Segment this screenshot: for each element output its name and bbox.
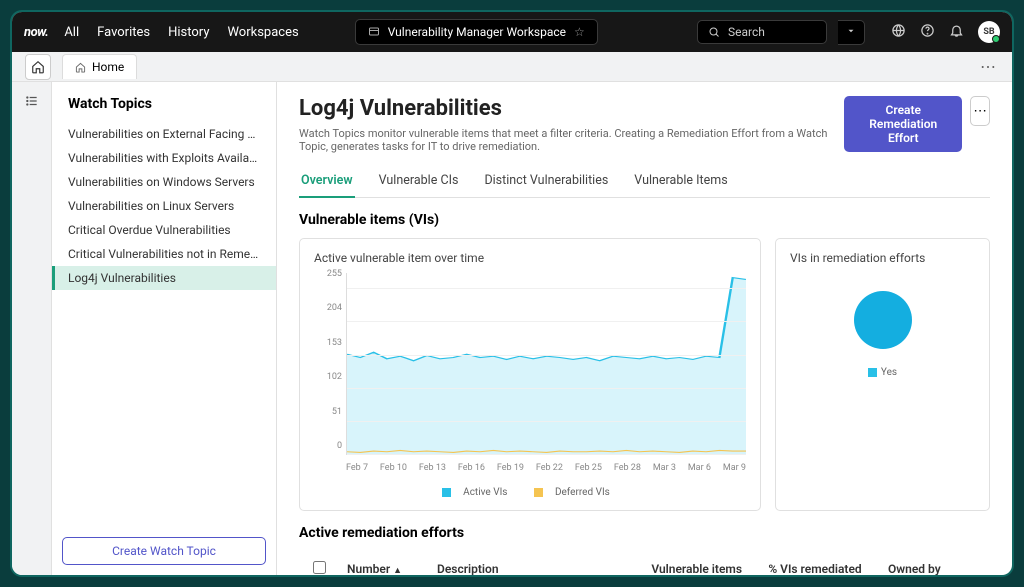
col-pct-remediated[interactable]: % VIs remediated [750,558,880,575]
breadcrumb-bar: Home ⋯ [12,52,1012,82]
tab[interactable]: Vulnerable CIs [377,167,461,197]
col-vulnerable-items[interactable]: Vulnerable items [620,558,750,575]
nav-favorites[interactable]: Favorites [97,25,150,40]
col-owned-by[interactable]: Owned by [880,558,990,575]
search-icon [708,26,720,38]
sidebar-item[interactable]: Vulnerabilities with Exploits Available [52,146,276,170]
col-description[interactable]: Description [429,558,620,575]
search-dropdown[interactable] [838,20,865,45]
sidebar-item[interactable]: Critical Vulnerabilities not in Remediat… [52,242,276,266]
help-icon[interactable] [920,23,935,42]
more-icon[interactable]: ⋯ [980,57,998,76]
donut-title: VIs in remediation efforts [790,251,975,265]
nav-items: All Favorites History Workspaces [64,25,298,40]
sidebar-item[interactable]: Critical Overdue Vulnerabilities [52,218,276,242]
create-watch-topic-button[interactable]: Create Watch Topic [62,537,266,565]
sidebar-item[interactable]: Vulnerabilities on Windows Servers [52,170,276,194]
workspace-icon [368,26,380,38]
globe-icon[interactable] [891,23,906,42]
bell-icon[interactable] [949,23,964,42]
sidebar-item[interactable]: Vulnerabilities on External Facing Asset… [52,122,276,146]
rail-list-button[interactable] [19,88,45,114]
select-all-checkbox[interactable] [313,561,326,574]
home-icon [75,62,86,73]
section-vi-title: Vulnerable items (VIs) [299,212,990,228]
main-content: Log4j Vulnerabilities Watch Topics monit… [277,82,1012,575]
nav-all[interactable]: All [64,25,79,40]
star-icon[interactable]: ☆ [574,25,585,39]
avatar[interactable]: SB [978,21,1000,43]
breadcrumb-tab[interactable]: Home [62,54,137,79]
chevron-down-icon [846,26,856,36]
tab[interactable]: Vulnerable Items [632,167,729,197]
donut-legend: Yes [868,367,897,378]
top-nav: now. All Favorites History Workspaces Vu… [12,12,1012,52]
list-icon [25,94,39,108]
chart-legend: Active VIs Deferred VIs [314,487,746,498]
table-header: Number ▲ Description Vulnerable items % … [299,551,990,575]
tab[interactable]: Overview [299,167,355,198]
create-remediation-button[interactable]: Create Remediation Effort [844,96,962,152]
left-rail [12,82,52,575]
sidebar-item[interactable]: Log4j Vulnerabilities [52,266,276,290]
page-subtitle: Watch Topics monitor vulnerable items th… [299,127,844,153]
home-icon [31,60,45,74]
line-chart [347,273,746,455]
sidebar-title: Watch Topics [52,82,276,122]
chart-panel: Active vulnerable item over time 2552041… [299,238,761,511]
tab[interactable]: Distinct Vulnerabilities [482,167,610,197]
donut-panel: VIs in remediation efforts Yes [775,238,990,511]
sort-asc-icon: ▲ [393,566,402,575]
rail-home-button[interactable] [25,54,51,80]
donut-chart [854,291,912,349]
chart-title: Active vulnerable item over time [314,251,746,265]
col-number[interactable]: Number ▲ [339,558,429,575]
page-title: Log4j Vulnerabilities [299,96,844,121]
workspace-pill[interactable]: Vulnerability Manager Workspace ☆ [355,19,598,45]
more-actions-button[interactable]: ⋯ [970,96,990,126]
tabs: Overview Vulnerable CIs Distinct Vulnerabi… [299,167,990,198]
nav-workspaces[interactable]: Workspaces [227,25,298,40]
search-input[interactable]: Search [697,20,827,44]
section-remediation-title: Active remediation efforts [299,525,990,541]
nav-history[interactable]: History [168,25,209,40]
sidebar: Watch Topics Vulnerabilities on External… [52,82,277,575]
sidebar-item[interactable]: Vulnerabilities on Linux Servers [52,194,276,218]
brand-logo: now. [24,25,48,40]
more-icon: ⋯ [973,104,986,119]
